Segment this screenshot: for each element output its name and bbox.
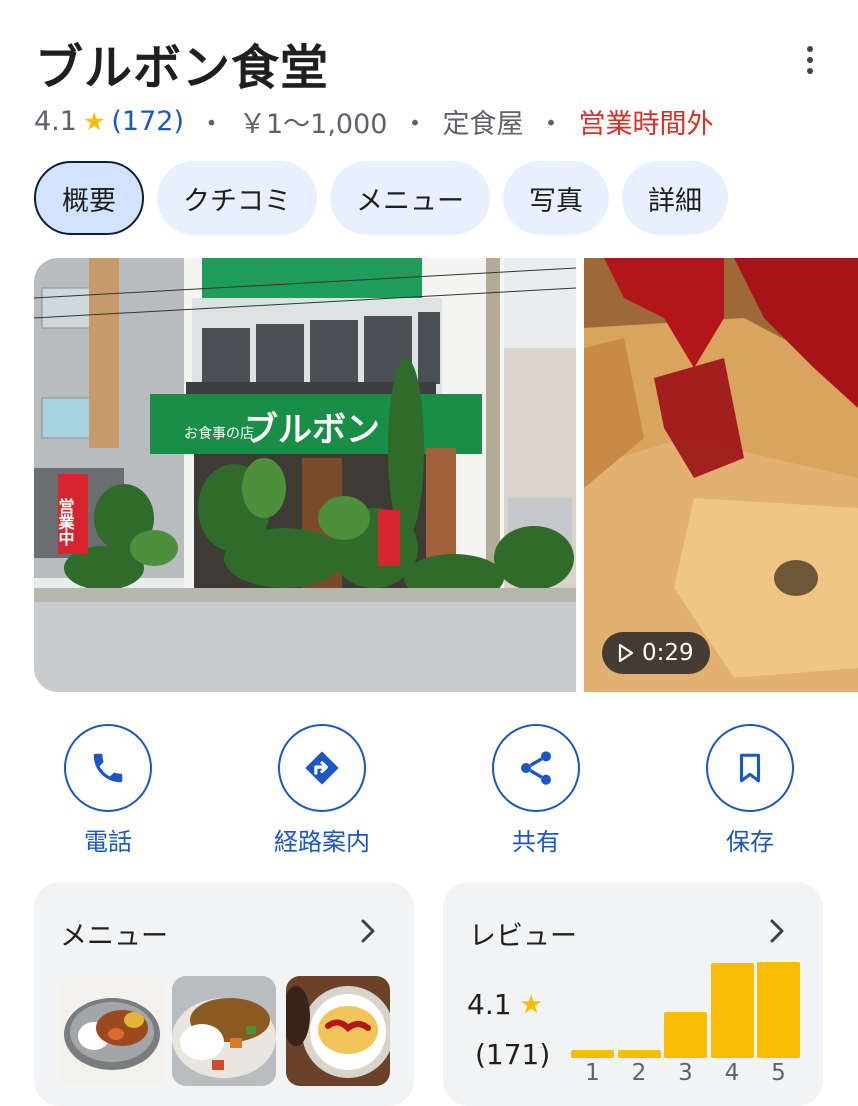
place-category: 定食屋 [442,109,524,140]
star-icon: ★ [82,107,106,136]
directions-button[interactable]: 経路案内 [242,724,402,857]
separator-dot: ・ [197,109,225,140]
menu-photo[interactable] [60,976,164,1086]
video-thumbnail[interactable]: 0:29 [584,258,858,692]
separator-dot: ・ [537,109,565,140]
video-duration: 0:29 [642,640,694,666]
place-tabs: 概要 クチコミ メニュー 写真 詳細 [34,161,728,235]
chevron-right-icon[interactable] [360,918,376,944]
menu-photo[interactable] [172,976,276,1086]
more-options-icon[interactable] [796,40,824,80]
omurice-illustration [286,976,390,1086]
review-rating-value: 4.1 [467,988,512,1021]
share-button[interactable]: 共有 [456,724,616,857]
rating-bar-label: 4 [724,1060,740,1086]
rating-bar-label: 3 [678,1060,693,1086]
curry-rice-illustration [172,976,276,1086]
price-range: ￥1～1,000 [238,109,388,140]
call-label: 電話 [84,828,132,856]
place-meta: 4.1 ★ (172) ・ ￥1～1,000 ・ 定食屋 ・ 営業時間外 [34,102,713,141]
share-button-circle[interactable] [492,724,580,812]
rating-bar-4 [710,963,754,1058]
rating-bar-1 [571,1050,614,1058]
separator-dot: ・ [401,109,429,140]
tab-overview[interactable]: 概要 [34,161,144,235]
rating-value: 4.1 [34,106,77,137]
action-row: 電話 経路案内 共有 保存 [0,724,858,857]
rating-bar-label: 1 [585,1060,600,1086]
menu-photo[interactable] [286,976,390,1086]
video-duration-badge: 0:29 [602,632,710,674]
storefront-illustration: お食事の店 ブルボン 営業中 [34,258,576,692]
save-button-circle[interactable] [706,724,794,812]
save-button[interactable]: 保存 [670,724,830,857]
phone-icon [93,753,123,783]
review-card[interactable]: レビュー 4.1 ★ (171) 1 2 3 4 5 [443,882,823,1106]
curry-plate-illustration [60,976,164,1086]
open-status: 営業時間外 [578,109,714,140]
directions-icon [305,751,339,785]
star-icon: ★ [519,989,543,1020]
share-label: 共有 [512,828,560,856]
banner-text: 営業中 [56,497,76,547]
call-button[interactable]: 電話 [28,724,188,857]
place-title: ブルボン食堂 [35,40,330,96]
review-card-title: レビュー [469,921,577,952]
rating-bar-label: 2 [631,1060,647,1086]
tab-photos[interactable]: 写真 [503,161,609,235]
bookmark-icon [739,753,761,783]
directions-label: 経路案内 [274,828,370,856]
share-icon [521,751,551,785]
call-button-circle[interactable] [64,724,152,812]
food-video-illustration [584,258,858,692]
rating-bar-5 [757,962,800,1058]
sign-text: ブルボン [244,410,380,450]
tab-details[interactable]: 詳細 [622,161,728,235]
menu-card-title: メニュー [60,921,168,952]
storefront-photo[interactable]: お食事の店 ブルボン 営業中 [34,258,576,692]
review-rating: 4.1 ★ [467,988,543,1021]
rating-histogram [571,942,803,1058]
review-count: (171) [475,1038,551,1071]
play-icon [618,644,634,662]
rating-bar-label: 5 [771,1060,786,1086]
review-count-link[interactable]: (172) [111,106,184,137]
tab-menu[interactable]: メニュー [330,161,490,235]
chevron-right-icon[interactable] [769,918,785,944]
tab-reviews[interactable]: クチコミ [157,161,317,235]
save-label: 保存 [726,828,774,856]
rating-bar-2 [617,1050,661,1058]
rating-bar-3 [664,1012,707,1058]
directions-button-circle[interactable] [278,724,366,812]
menu-card[interactable]: メニュー [34,882,414,1106]
